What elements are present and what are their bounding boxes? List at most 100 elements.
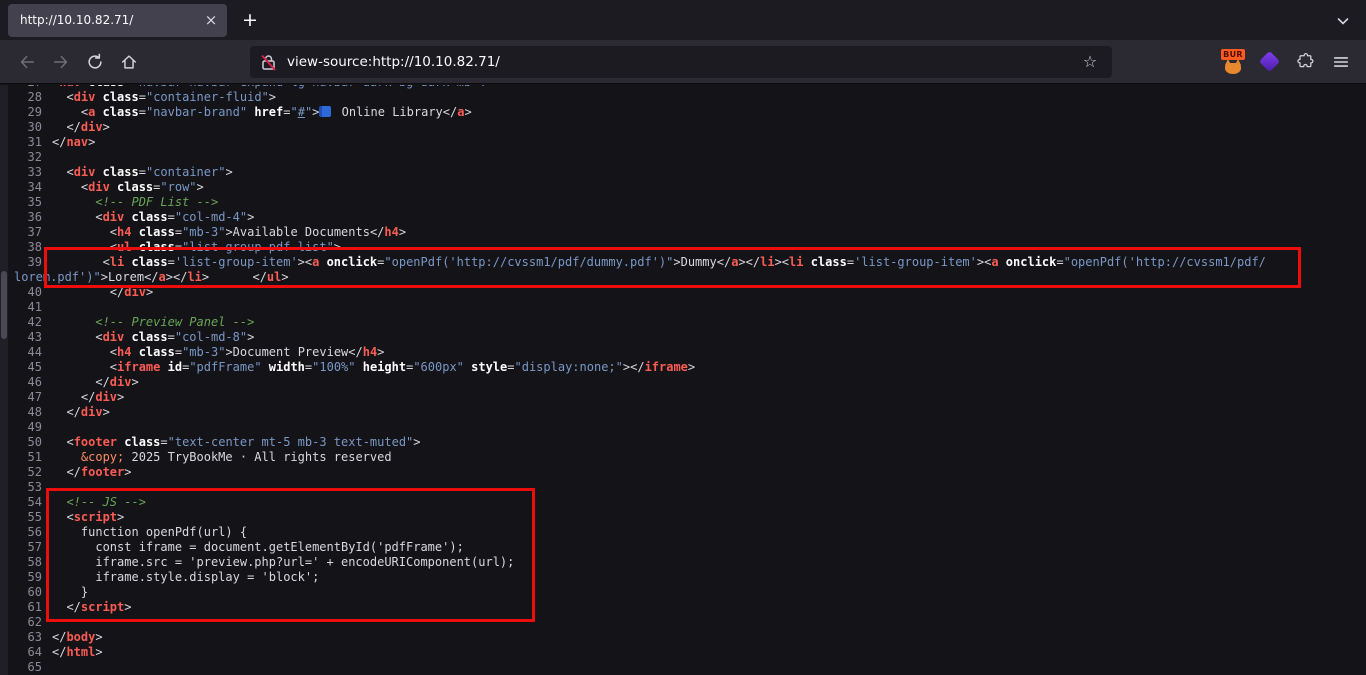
line-number: 32 [8,150,42,165]
source-line-text: <h4 class="mb-3">Available Documents</h4… [42,225,406,240]
source-line-49: 49 [8,420,1366,435]
line-number: 59 [8,570,42,585]
line-number: 43 [8,330,42,345]
source-line-28: 28 <div class="container-fluid"> [8,90,1366,105]
line-number: 35 [8,195,42,210]
left-scrollbar[interactable] [0,85,8,675]
source-line-text: <div class="col-md-4"> [42,210,254,225]
tab-title: http://10.10.82.71/ [20,13,201,27]
line-number: 29 [8,105,42,120]
scrollbar-thumb[interactable] [1,271,7,339]
line-number: 57 [8,540,42,555]
reload-button[interactable] [78,46,112,78]
line-number: 42 [8,315,42,330]
new-tab-button[interactable]: + [235,5,265,35]
source-line-text: <!-- PDF List --> [42,195,218,210]
line-number: 55 [8,510,42,525]
line-number: 54 [8,495,42,510]
line-number: 47 [8,390,42,405]
source-line-text: </div> [42,375,139,390]
source-line-text: </div> [42,405,110,420]
forward-button[interactable] [44,46,78,78]
href-anchor-link[interactable]: # [298,105,305,119]
fox-icon: BUR [1220,49,1246,74]
source-line-text: <footer class="text-center mt-5 mb-3 tex… [42,435,421,450]
source-line-32: 32 [8,150,1366,165]
bookmark-star-icon[interactable]: ☆ [1078,50,1102,74]
source-line-37: 37 <h4 class="mb-3">Available Documents<… [8,225,1366,240]
line-number: 41 [8,300,42,315]
source-line-48: 48 </div> [8,405,1366,420]
source-line-text [42,150,52,165]
source-line-text: </html> [42,645,103,660]
proxy-badge: BUR [1221,49,1245,60]
source-line-63: 63</body> [8,630,1366,645]
chevron-down-icon [1335,13,1351,29]
line-number: 37 [8,225,42,240]
tab-close-icon[interactable]: × [201,10,221,30]
line-number: 36 [8,210,42,225]
list-all-tabs-button[interactable] [1330,8,1356,34]
line-number: 50 [8,435,42,450]
source-line-text: </div> [42,120,110,135]
line-number: 63 [8,630,42,645]
source-line-30: 30 </div> [8,120,1366,135]
source-line-44: 44 <h4 class="mb-3">Document Preview</h4… [8,345,1366,360]
line-number: 30 [8,120,42,135]
hamburger-menu-icon [1332,53,1350,71]
line-number: 45 [8,360,42,375]
tab-bar: http://10.10.82.71/ × + [0,0,1366,40]
menu-button[interactable] [1326,47,1356,77]
line-number: 48 [8,405,42,420]
home-button[interactable] [112,46,146,78]
source-line-52: 52 </footer> [8,465,1366,480]
annotation-box-pdf-list-line [44,247,1301,288]
line-number: 33 [8,165,42,180]
source-line-text: </footer> [42,465,132,480]
back-button[interactable] [10,46,44,78]
view-source-content: 27<nav class="navbar navbar-expand-lg na… [0,85,1366,675]
line-number: 51 [8,450,42,465]
source-line-text: <div class="container-fluid"> [42,90,276,105]
line-number: 46 [8,375,42,390]
forward-arrow-icon [52,53,70,71]
line-number: 34 [8,180,42,195]
line-number: 60 [8,585,42,600]
url-bar[interactable]: view-source:http://10.10.82.71/ ☆ [250,46,1112,78]
line-number: 52 [8,465,42,480]
purple-diamond-icon [1258,51,1279,72]
line-number: 38 [8,240,42,255]
source-line-text: <!-- Preview Panel --> [42,315,254,330]
source-line-text: </div> [42,390,124,405]
source-line-42: 42 <!-- Preview Panel --> [8,315,1366,330]
source-line-65: 65 [8,660,1366,675]
extension-button[interactable] [1254,47,1284,77]
browser-tab[interactable]: http://10.10.82.71/ × [8,4,227,37]
source-line-text [42,420,52,435]
source-line-text: <a class="navbar-brand" href="#"> Online… [42,105,472,120]
source-line-50: 50 <footer class="text-center mt-5 mb-3 … [8,435,1366,450]
extensions-menu-button[interactable] [1290,47,1320,77]
line-number: 44 [8,345,42,360]
foxyproxy-extension-button[interactable]: BUR [1218,47,1248,77]
navigation-toolbar: view-source:http://10.10.82.71/ ☆ BUR [0,40,1366,84]
source-line-46: 46 </div> [8,375,1366,390]
line-number: 62 [8,615,42,630]
source-line-43: 43 <div class="col-md-8"> [8,330,1366,345]
source-line-text: &copy; 2025 TryBookMe · All rights reser… [42,450,392,465]
source-line-text: <iframe id="pdfFrame" width="100%" heigh… [42,360,695,375]
line-number: 58 [8,555,42,570]
source-line-text: <div class="col-md-8"> [42,330,254,345]
line-number: 49 [8,420,42,435]
source-line-29: 29 <a class="navbar-brand" href="#"> Onl… [8,105,1366,120]
url-text[interactable]: view-source:http://10.10.82.71/ [287,54,1078,70]
source-line-64: 64</html> [8,645,1366,660]
source-line-text [42,300,52,315]
line-number: 65 [8,660,42,675]
source-line-text: </body> [42,630,103,645]
annotation-box-js-script [46,488,535,622]
source-line-text: <div class="row"> [42,180,204,195]
puzzle-piece-icon [1295,52,1315,72]
line-number: 56 [8,525,42,540]
browser-window: http://10.10.82.71/ × + view-source:ht [0,0,1366,675]
